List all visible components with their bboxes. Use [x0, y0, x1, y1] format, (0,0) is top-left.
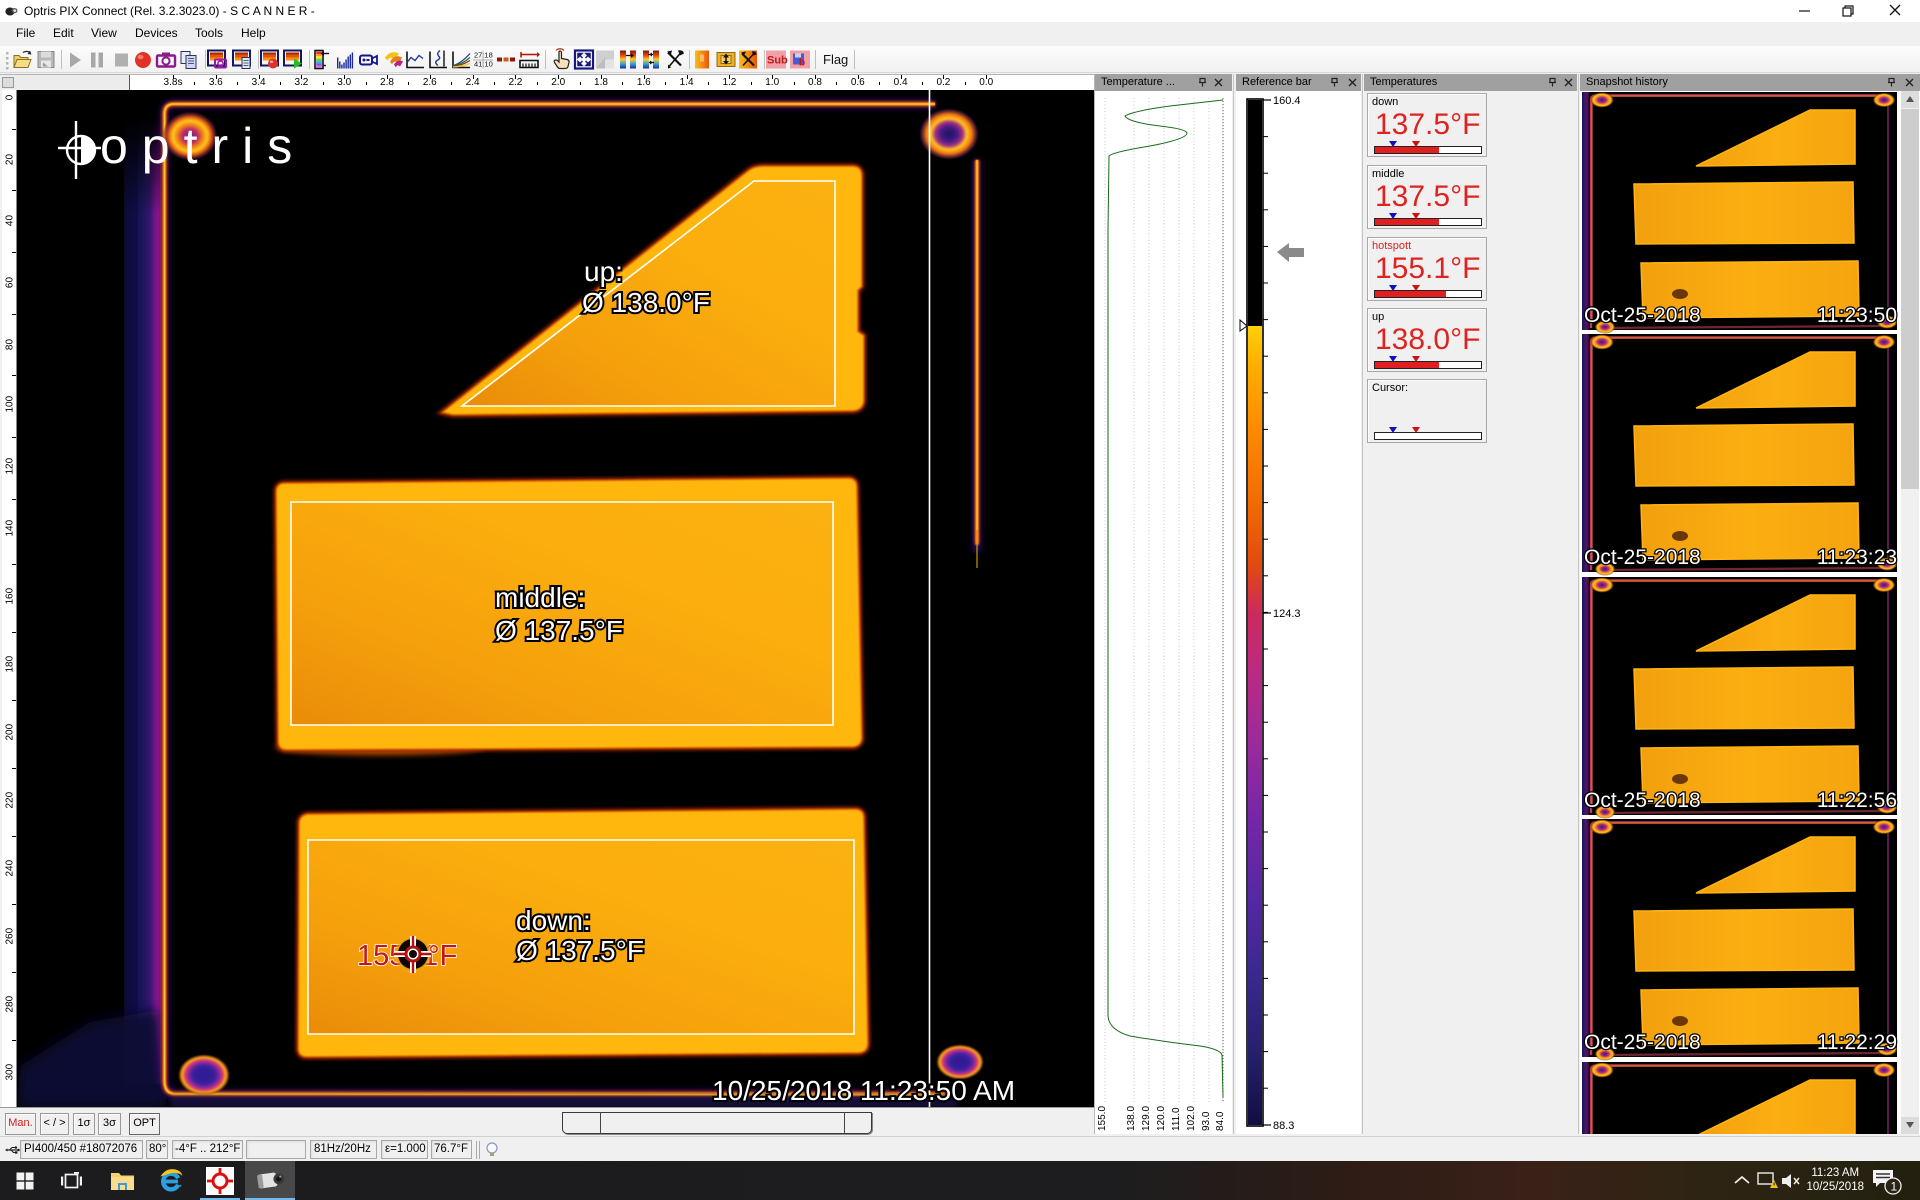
svg-text:10/25/2018 11:23:50 AM: 10/25/2018 11:23:50 AM: [712, 1075, 1015, 1106]
svg-text:Ø 137.5°F: Ø 137.5°F: [495, 615, 623, 646]
svg-text:124.3: 124.3: [1273, 608, 1301, 620]
svg-text:111.0: 111.0: [1171, 1107, 1182, 1131]
svg-text:11:23:50: 11:23:50: [1817, 304, 1897, 327]
svg-text:Oct-25-2018: Oct-25-2018: [1584, 304, 1701, 327]
svg-text:120.0: 120.0: [1156, 1106, 1167, 1131]
svg-text:Ø 138.0°F: Ø 138.0°F: [582, 287, 710, 318]
svg-text:°F: °F: [428, 940, 457, 972]
svg-text:Sub: Sub: [767, 55, 788, 67]
svg-text:129.0: 129.0: [1141, 1106, 1152, 1131]
svg-text:b: b: [799, 58, 805, 69]
svg-text:11:22:56: 11:22:56: [1817, 789, 1897, 812]
svg-text:160.4: 160.4: [1273, 95, 1301, 107]
svg-text:138.0: 138.0: [1126, 1106, 1137, 1131]
svg-text:Flag: Flag: [823, 52, 848, 67]
svg-text:Oct-25-2018: Oct-25-2018: [1584, 546, 1701, 569]
svg-text:11:23:23: 11:23:23: [1817, 546, 1897, 569]
svg-text:up:: up:: [584, 256, 623, 287]
svg-text:Oct-25-2018: Oct-25-2018: [1584, 789, 1701, 812]
svg-text:27:18: 27:18: [474, 51, 493, 60]
svg-text:11:22:29: 11:22:29: [1817, 1031, 1897, 1054]
svg-text:Oct-25-2018: Oct-25-2018: [1584, 1031, 1701, 1054]
svg-text:84.0: 84.0: [1215, 1111, 1226, 1131]
svg-text:1: 1: [1891, 1180, 1898, 1194]
svg-text:41:10: 41:10: [474, 60, 493, 69]
svg-text:Ø 137.5°F: Ø 137.5°F: [516, 935, 644, 966]
svg-text:93.0: 93.0: [1201, 1111, 1212, 1131]
svg-text:155.0: 155.0: [1097, 1106, 1108, 1131]
svg-text:optris: optris: [100, 118, 306, 174]
svg-text:middle:: middle:: [495, 582, 585, 613]
svg-text:102.0: 102.0: [1186, 1106, 1197, 1131]
svg-text:88.3: 88.3: [1273, 1120, 1294, 1132]
svg-text:down:: down:: [516, 905, 591, 936]
